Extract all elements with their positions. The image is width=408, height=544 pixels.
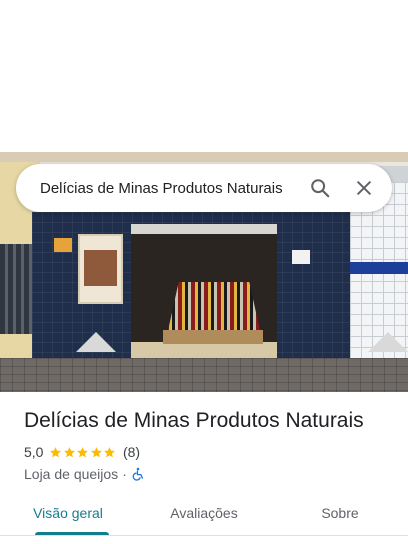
rating-value: 5,0 [24, 444, 44, 460]
map-blank-area [0, 0, 408, 152]
photo-notice [292, 250, 310, 264]
rating-stars [49, 446, 117, 459]
star-icon [91, 446, 102, 457]
close-button[interactable] [346, 170, 382, 206]
rating-row[interactable]: 5,0 (8) [24, 444, 140, 460]
search-button[interactable] [302, 170, 338, 206]
star-icon [50, 446, 62, 457]
photo-vent-left [76, 332, 116, 352]
star-icon [104, 446, 116, 457]
tab-about[interactable]: Sobre [272, 496, 408, 536]
category-row: Loja de queijos · [24, 466, 145, 482]
wheelchair-icon [132, 467, 143, 481]
photo-poster [78, 234, 123, 304]
search-icon [311, 179, 330, 198]
photo-awning [0, 152, 408, 162]
category-separator: · [122, 466, 127, 482]
place-title: Delícias de Minas Produtos Naturais [24, 409, 364, 432]
close-icon [357, 181, 371, 195]
search-input[interactable]: Delícias de Minas Produtos Naturais [40, 180, 294, 197]
star-icon [64, 446, 75, 457]
search-bar[interactable]: Delícias de Minas Produtos Naturais [16, 164, 392, 212]
tab-reviews[interactable]: Avaliações [136, 496, 272, 536]
place-tabs: Visão geral Avaliações Sobre [0, 496, 408, 536]
photo-shelf-base [163, 330, 263, 344]
photo-orange-sign [54, 238, 72, 252]
photo-sidewalk [0, 358, 408, 392]
star-icon [77, 446, 89, 457]
tab-overview[interactable]: Visão geral [0, 496, 136, 536]
photo-blue-stripe [350, 262, 408, 274]
photo-poster-image [84, 250, 117, 286]
photo-door-top [131, 224, 277, 234]
photo-vent-right [368, 332, 408, 352]
tabs-divider [0, 535, 408, 536]
review-count[interactable]: (8) [123, 444, 140, 460]
photo-shop-floor [131, 342, 277, 358]
place-category[interactable]: Loja de queijos [24, 466, 118, 482]
